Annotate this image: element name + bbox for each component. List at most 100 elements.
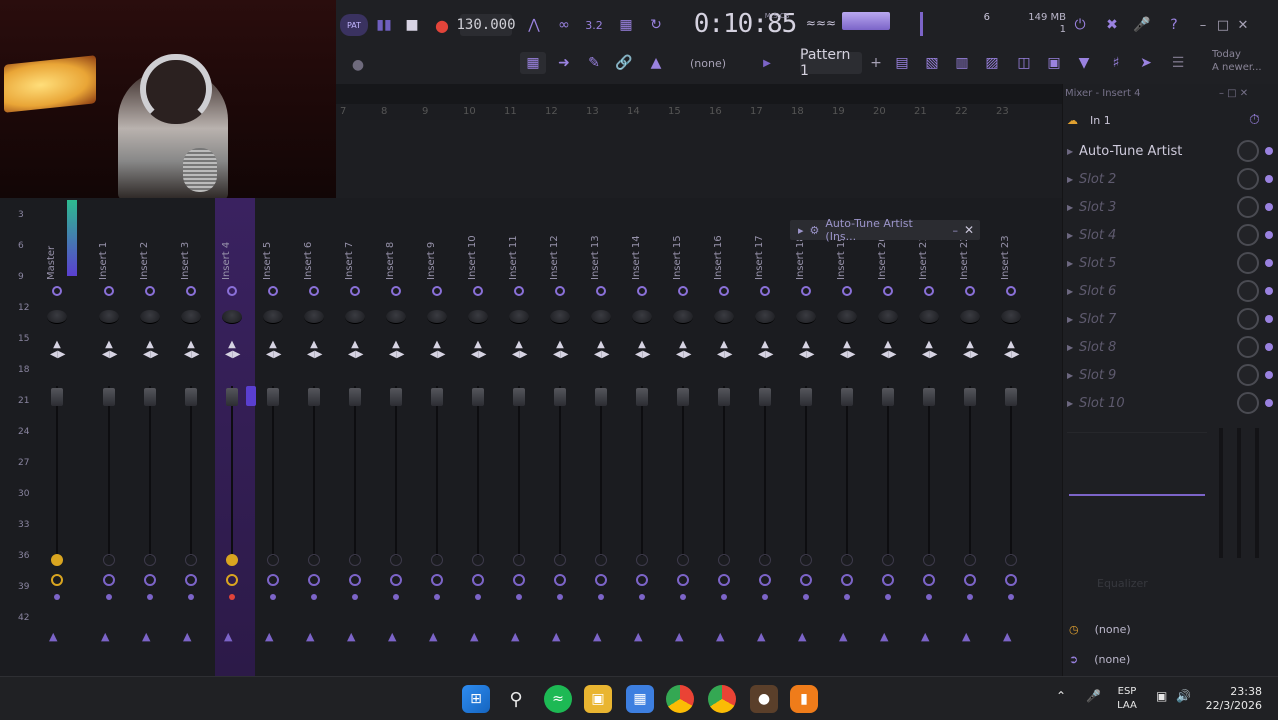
volume-fader[interactable] [759,388,771,406]
mixer-channel[interactable]: Insert 22 ▲ ◀▶ ▲ [953,198,993,676]
pattern-arrow-icon[interactable]: ▶ [760,54,774,72]
pan-knob[interactable] [632,310,652,324]
stereo-separation-icon[interactable]: ▲ ◀▶ [102,340,117,360]
fl-studio-icon[interactable]: ▮ [790,685,818,713]
channel-led[interactable] [760,286,770,296]
route-ring[interactable] [390,574,402,586]
volume-fader[interactable] [103,388,115,406]
slot-enable-led[interactable] [1265,175,1273,183]
send-dot[interactable] [639,594,645,600]
channel-rack-icon[interactable]: ▧ [920,52,944,74]
send-dot[interactable] [475,594,481,600]
mixer-channel[interactable]: Insert 5 ▲ ◀▶ ▲ [256,198,296,676]
gear-icon[interactable]: ⚙ [810,224,820,237]
volume-fader[interactable] [390,388,402,406]
effect-slot[interactable]: ▶ Slot 7 [1067,306,1273,332]
pan-knob[interactable] [386,310,406,324]
stereo-separation-icon[interactable]: ▲ ◀▶ [471,340,486,360]
reset-icon[interactable]: ⏻ [1068,14,1092,36]
step-edit-icon[interactable]: ▦ [614,14,638,36]
send-dot[interactable] [926,594,932,600]
piano-roll-icon[interactable]: ▤ [890,52,914,74]
stereo-separation-icon[interactable]: ▲ ◀▶ [348,340,363,360]
route-arrow-icon[interactable]: ▲ [470,630,478,643]
slot-enable-led[interactable] [1265,399,1273,407]
fx-indicator[interactable] [964,554,976,566]
mixer-channel[interactable]: Insert 15 ▲ ◀▶ ▲ [666,198,706,676]
stereo-separation-icon[interactable]: ▲ ◀▶ [184,340,199,360]
output-selector-2[interactable]: ➲ (none) [1069,648,1269,670]
mixer-channel[interactable]: Insert 6 ▲ ◀▶ ▲ [297,198,337,676]
send-dot[interactable] [680,594,686,600]
mixer-icon[interactable]: ▥ [950,52,974,74]
mixer-channel[interactable]: Insert 19 ▲ ◀▶ ▲ [830,198,870,676]
volume-fader[interactable] [1005,388,1017,406]
route-arrow-icon[interactable]: ▲ [798,630,806,643]
output-selector-1[interactable]: ◷ (none) [1069,618,1269,640]
mic-icon[interactable]: 🎤 [1130,14,1154,36]
stereo-separation-icon[interactable]: ▲ ◀▶ [758,340,773,360]
route-arrow-icon[interactable]: ▲ [511,630,519,643]
mixer-channel[interactable]: Insert 14 ▲ ◀▶ ▲ [625,198,665,676]
stereo-separation-icon[interactable]: ▲ ◀▶ [266,340,281,360]
fx-indicator[interactable] [51,554,63,566]
add-pattern-icon[interactable]: + [864,52,888,74]
route-arrow-icon[interactable]: ▲ [1003,630,1011,643]
route-arrow-icon[interactable]: ▲ [880,630,888,643]
record-button[interactable]: ● [430,14,454,36]
route-ring[interactable] [964,574,976,586]
stereo-separation-icon[interactable]: ▲ ◀▶ [389,340,404,360]
route-ring[interactable] [718,574,730,586]
system-clock[interactable]: 23:38 22/3/2026 [1202,685,1262,713]
route-arrow-icon[interactable]: ▲ [716,630,724,643]
stereo-separation-icon[interactable]: ▲ ◀▶ [594,340,609,360]
route-arrow-icon[interactable]: ▲ [388,630,396,643]
route-arrow-icon[interactable]: ▲ [962,630,970,643]
mic-tray-icon[interactable]: 🎤 [1086,689,1101,703]
stereo-separation-icon[interactable]: ▲ ◀▶ [799,340,814,360]
fx-indicator[interactable] [226,554,238,566]
fx-indicator[interactable] [923,554,935,566]
stereo-separation-icon[interactable]: ▲ ◀▶ [430,340,445,360]
send-dot[interactable] [393,594,399,600]
slot-enable-led[interactable] [1265,203,1273,211]
route-arrow-icon[interactable]: ▲ [265,630,273,643]
route-ring[interactable] [267,574,279,586]
send-dot[interactable] [352,594,358,600]
send-dot[interactable] [147,594,153,600]
route-ring[interactable] [226,574,238,586]
stamp-icon[interactable]: ▲ [644,52,668,74]
route-arrow-icon[interactable]: ▲ [306,630,314,643]
stop-button[interactable]: ■ [400,14,424,36]
route-arrow-icon[interactable]: ▲ [49,630,57,643]
channel-led[interactable] [268,286,278,296]
pan-knob[interactable] [550,310,570,324]
channel-led[interactable] [186,286,196,296]
mixer-channel[interactable]: Insert 21 ▲ ◀▶ ▲ [912,198,952,676]
send-dot[interactable] [188,594,194,600]
route-arrow-icon[interactable]: ▲ [183,630,191,643]
route-arrow-icon[interactable]: ▲ [593,630,601,643]
route-ring[interactable] [595,574,607,586]
route-ring[interactable] [636,574,648,586]
fx-indicator[interactable] [800,554,812,566]
pan-knob[interactable] [99,310,119,324]
fx-indicator[interactable] [144,554,156,566]
effect-slot[interactable]: ▶ Auto-Tune Artist [1067,138,1273,164]
pan-knob[interactable] [263,310,283,324]
volume-fader[interactable] [472,388,484,406]
stereo-separation-icon[interactable]: ▲ ◀▶ [963,340,978,360]
app-icon[interactable]: ● [750,685,778,713]
play-button[interactable]: ▮▮ [372,14,396,36]
effect-slot[interactable]: ▶ Slot 5 [1067,250,1273,276]
volume-fader[interactable] [185,388,197,406]
pan-knob[interactable] [714,310,734,324]
pan-knob[interactable] [837,310,857,324]
store-icon[interactable]: ▦ [626,685,654,713]
stereo-separation-icon[interactable]: ▲ ◀▶ [676,340,691,360]
channel-led[interactable] [391,286,401,296]
volume-fader[interactable] [144,388,156,406]
volume-fader[interactable] [923,388,935,406]
browser-icon[interactable]: ◫ [1012,52,1036,74]
route-ring[interactable] [1005,574,1017,586]
